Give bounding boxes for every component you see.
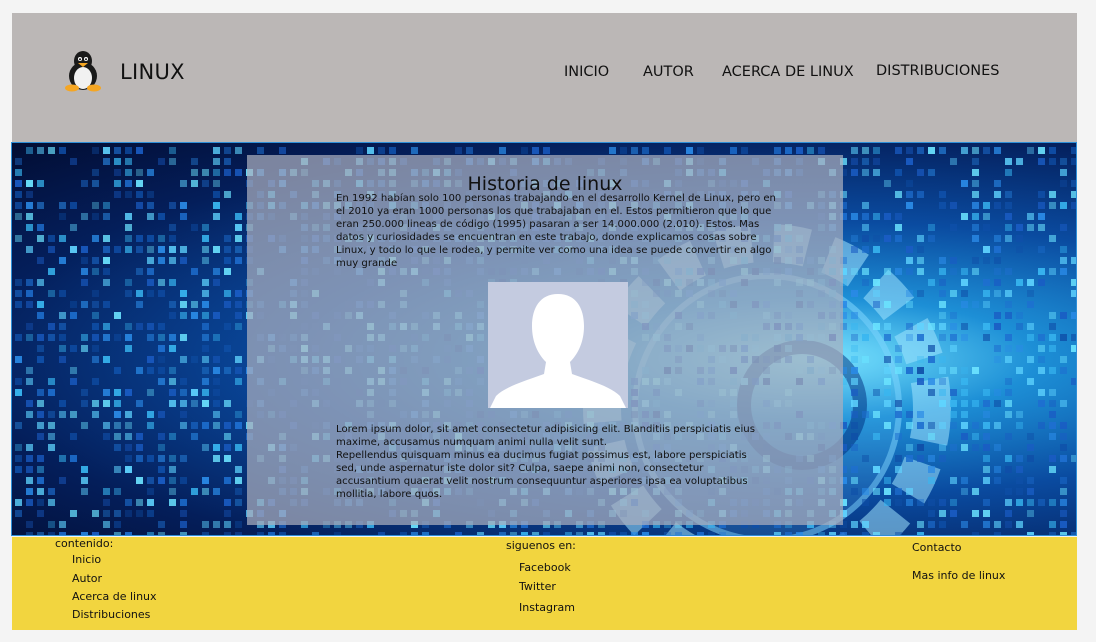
footer-link-instagram[interactable]: Instagram — [519, 601, 575, 614]
footer-link-acerca[interactable]: Acerca de linux — [72, 590, 157, 603]
page-title: Historia de linux — [467, 173, 623, 195]
nav-distribuciones[interactable]: DISTRIBUCIONES — [876, 63, 999, 79]
lorem-paragraph-1: Lorem ipsum dolor, sit amet consectetur … — [336, 424, 755, 448]
tux-logo-icon — [65, 51, 101, 92]
content-panel: Historia de linux En 1992 habían solo 10… — [247, 155, 843, 525]
avatar-placeholder-icon — [488, 282, 628, 408]
nav-inicio[interactable]: INICIO — [564, 64, 609, 80]
footer-link-twitter[interactable]: Twitter — [519, 580, 556, 593]
footer-link-mas-info[interactable]: Mas info de linux — [912, 569, 1005, 582]
footer-siguenos-label: siguenos en: — [506, 539, 576, 552]
nav-autor[interactable]: AUTOR — [643, 64, 694, 80]
site-brand[interactable]: LINUX — [120, 60, 185, 84]
lorem-paragraph-2: Repellendus quisquam minus ea ducimus fu… — [336, 450, 748, 500]
footer-link-contacto[interactable]: Contacto — [912, 541, 962, 554]
footer-link-distribuciones[interactable]: Distribuciones — [72, 608, 150, 621]
site-footer: contenido: Inicio Autor Acerca de linux … — [12, 537, 1077, 630]
footer-link-facebook[interactable]: Facebook — [519, 561, 571, 574]
footer-contenido-label: contenido: — [55, 537, 114, 550]
site-header: LINUX INICIO AUTOR ACERCA DE LINUX DISTR… — [12, 13, 1077, 142]
footer-link-autor[interactable]: Autor — [72, 572, 102, 585]
nav-acerca-de-linux[interactable]: ACERCA DE LINUX — [722, 64, 854, 80]
footer-link-inicio[interactable]: Inicio — [72, 553, 101, 566]
hero-section: Historia de linux En 1992 habían solo 10… — [11, 142, 1077, 536]
history-paragraph: En 1992 habían solo 100 personas trabaja… — [336, 193, 776, 269]
